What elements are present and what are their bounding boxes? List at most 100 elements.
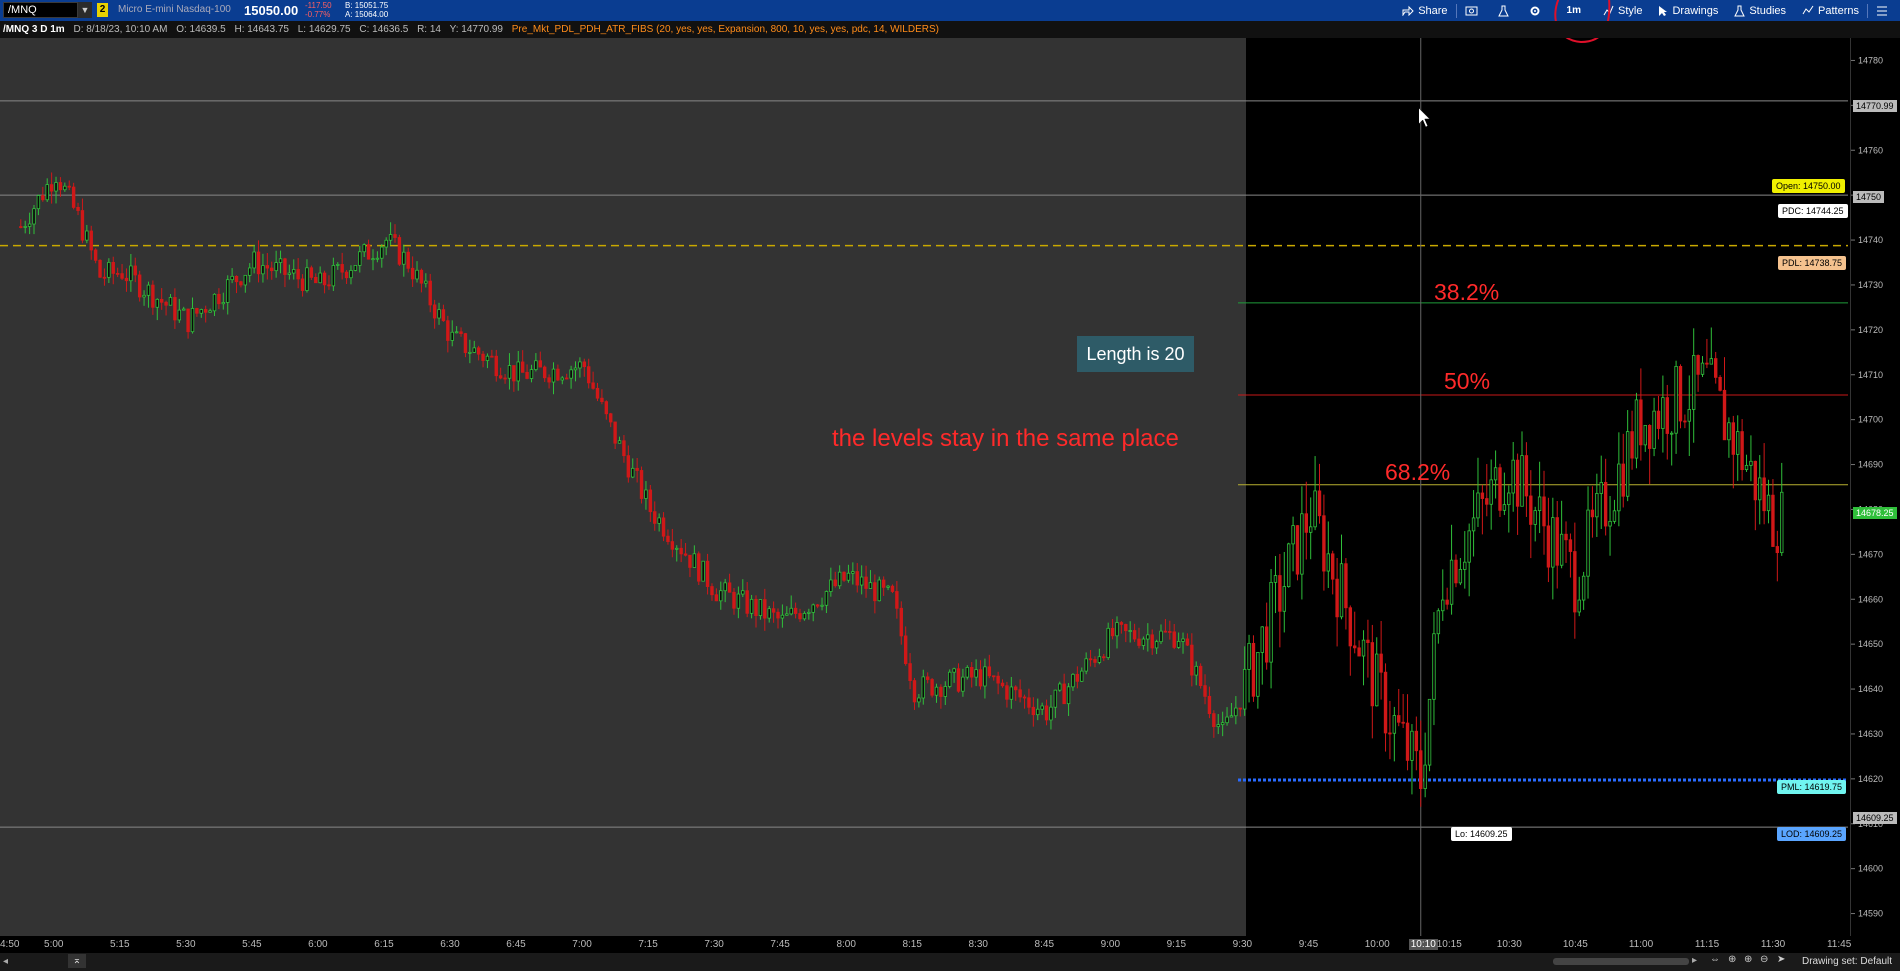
candle-body [1449,559,1454,605]
screenshot-button[interactable] [1457,0,1490,21]
candle-body [758,599,763,617]
candle-body [1405,722,1410,761]
candle-body [1335,578,1339,618]
candle-body [1696,355,1700,375]
chart-canvas[interactable] [0,38,1850,936]
candle-body [1749,460,1753,466]
candle-body [947,671,952,687]
expand-button[interactable]: ⌅ [68,954,86,968]
candle-body [754,598,758,617]
candle-body [1018,689,1022,698]
candle-body [1744,464,1749,471]
menu-button[interactable] [1868,0,1900,21]
candle-body [749,598,754,614]
drawing-set-label[interactable]: Drawing set: Default [1802,956,1892,967]
candle-body [27,223,32,227]
symbol-input[interactable]: /MNQ [3,2,78,18]
candle-body [340,264,344,273]
candle-body [1132,630,1137,640]
candle-body [1159,630,1163,643]
flask-button[interactable] [1490,0,1521,21]
candle-body [1533,510,1537,525]
drawings-label: Drawings [1672,4,1719,17]
candle-body [366,244,371,260]
scroll-right-button[interactable]: ▸ [1692,955,1697,966]
style-label: Style [1618,4,1643,17]
candle-body [503,377,507,380]
candle-body [1625,431,1630,497]
zoom-in-icon[interactable]: ⊕ [1744,954,1752,965]
horizontal-scrollbar[interactable] [1553,958,1689,965]
candle-body [771,608,776,613]
candle-body [397,237,402,265]
candle-body [1634,399,1639,459]
aggregation-button[interactable]: 1m [1553,0,1610,44]
crosshair-icon[interactable]: ⊕ [1728,954,1736,965]
candle-body [776,611,780,619]
candle-body [428,280,432,306]
time-tick-label: 8:45 [1034,939,1055,950]
candle-body [732,591,736,609]
cursor-time-tag: 10:10 [1408,939,1438,950]
candle-body [1137,638,1141,646]
time-tick-label: 10:45 [1562,939,1588,950]
candle-body [402,251,406,265]
candle-body [296,269,300,280]
candle-body [600,397,604,403]
candle-body [168,297,173,306]
candle-body [1181,638,1185,642]
candle-body [1397,715,1401,723]
link-badge[interactable]: 2 [97,3,108,17]
pointer-icon [1659,5,1668,16]
time-axis[interactable]: 4:50 5:00 5:15 5:30 5:45 6:00 6:15 6:30 6:45 7:00… [0,936,1900,953]
time-tick-label: 9:45 [1298,939,1319,950]
candle-body [358,251,362,266]
last-price: 15050.00 [244,3,299,18]
candle-body [1766,494,1771,512]
patterns-icon [1802,5,1814,15]
candle-body [1220,722,1225,726]
study-label[interactable]: Pre_Mkt_PDL_PDH_ATR_FIBS (20, yes, yes, … [512,24,939,35]
candle-body [1753,460,1758,501]
candle-body [987,666,992,677]
drawings-button[interactable]: Drawings [1650,0,1726,21]
symbol-dropdown-icon[interactable]: ▼ [78,2,92,18]
candle-body [1485,498,1489,505]
candle-body [1410,730,1414,761]
candle-body [692,553,697,568]
candle-body [516,361,520,382]
candle-body [274,262,278,272]
zoom-out-icon[interactable]: ⊖ [1760,954,1768,965]
candle-body [256,251,261,275]
candle-body [1009,686,1014,700]
candle-body [604,401,609,415]
studies-button[interactable]: Studies [1726,0,1794,21]
candle-body [829,579,833,592]
bar-open: O: 14639.5 [176,24,226,35]
scroll-left-button[interactable]: ◂ [3,956,8,967]
candle-body [375,257,380,260]
candle-body [1736,431,1740,455]
patterns-button[interactable]: Patterns [1794,0,1867,21]
time-tick-label: 7:00 [572,939,592,950]
candle-body [538,360,542,368]
candle-body [1498,467,1502,511]
price-tick-label: 14620 [1858,774,1883,784]
candle-body [305,267,309,291]
candle-body [155,298,159,308]
candle-body [1564,533,1568,541]
ask-value: A: 15064.00 [345,10,389,19]
pan-icon[interactable]: ⇔ [1710,954,1720,965]
price-chart[interactable] [0,38,1850,936]
price-axis[interactable]: 1478014770147601475014740147301472014710… [1850,38,1900,936]
candle-body [76,207,80,211]
cursor-mode-icon[interactable]: ➤ [1777,954,1785,965]
flask-icon [1734,5,1746,16]
candle-body [763,599,767,619]
share-button[interactable]: Share [1394,0,1455,21]
candle-body [1313,490,1317,528]
candle-body [107,262,111,278]
bar-range: R: 14 [417,24,441,35]
candle-body [1493,467,1498,481]
candle-body [1124,624,1128,632]
